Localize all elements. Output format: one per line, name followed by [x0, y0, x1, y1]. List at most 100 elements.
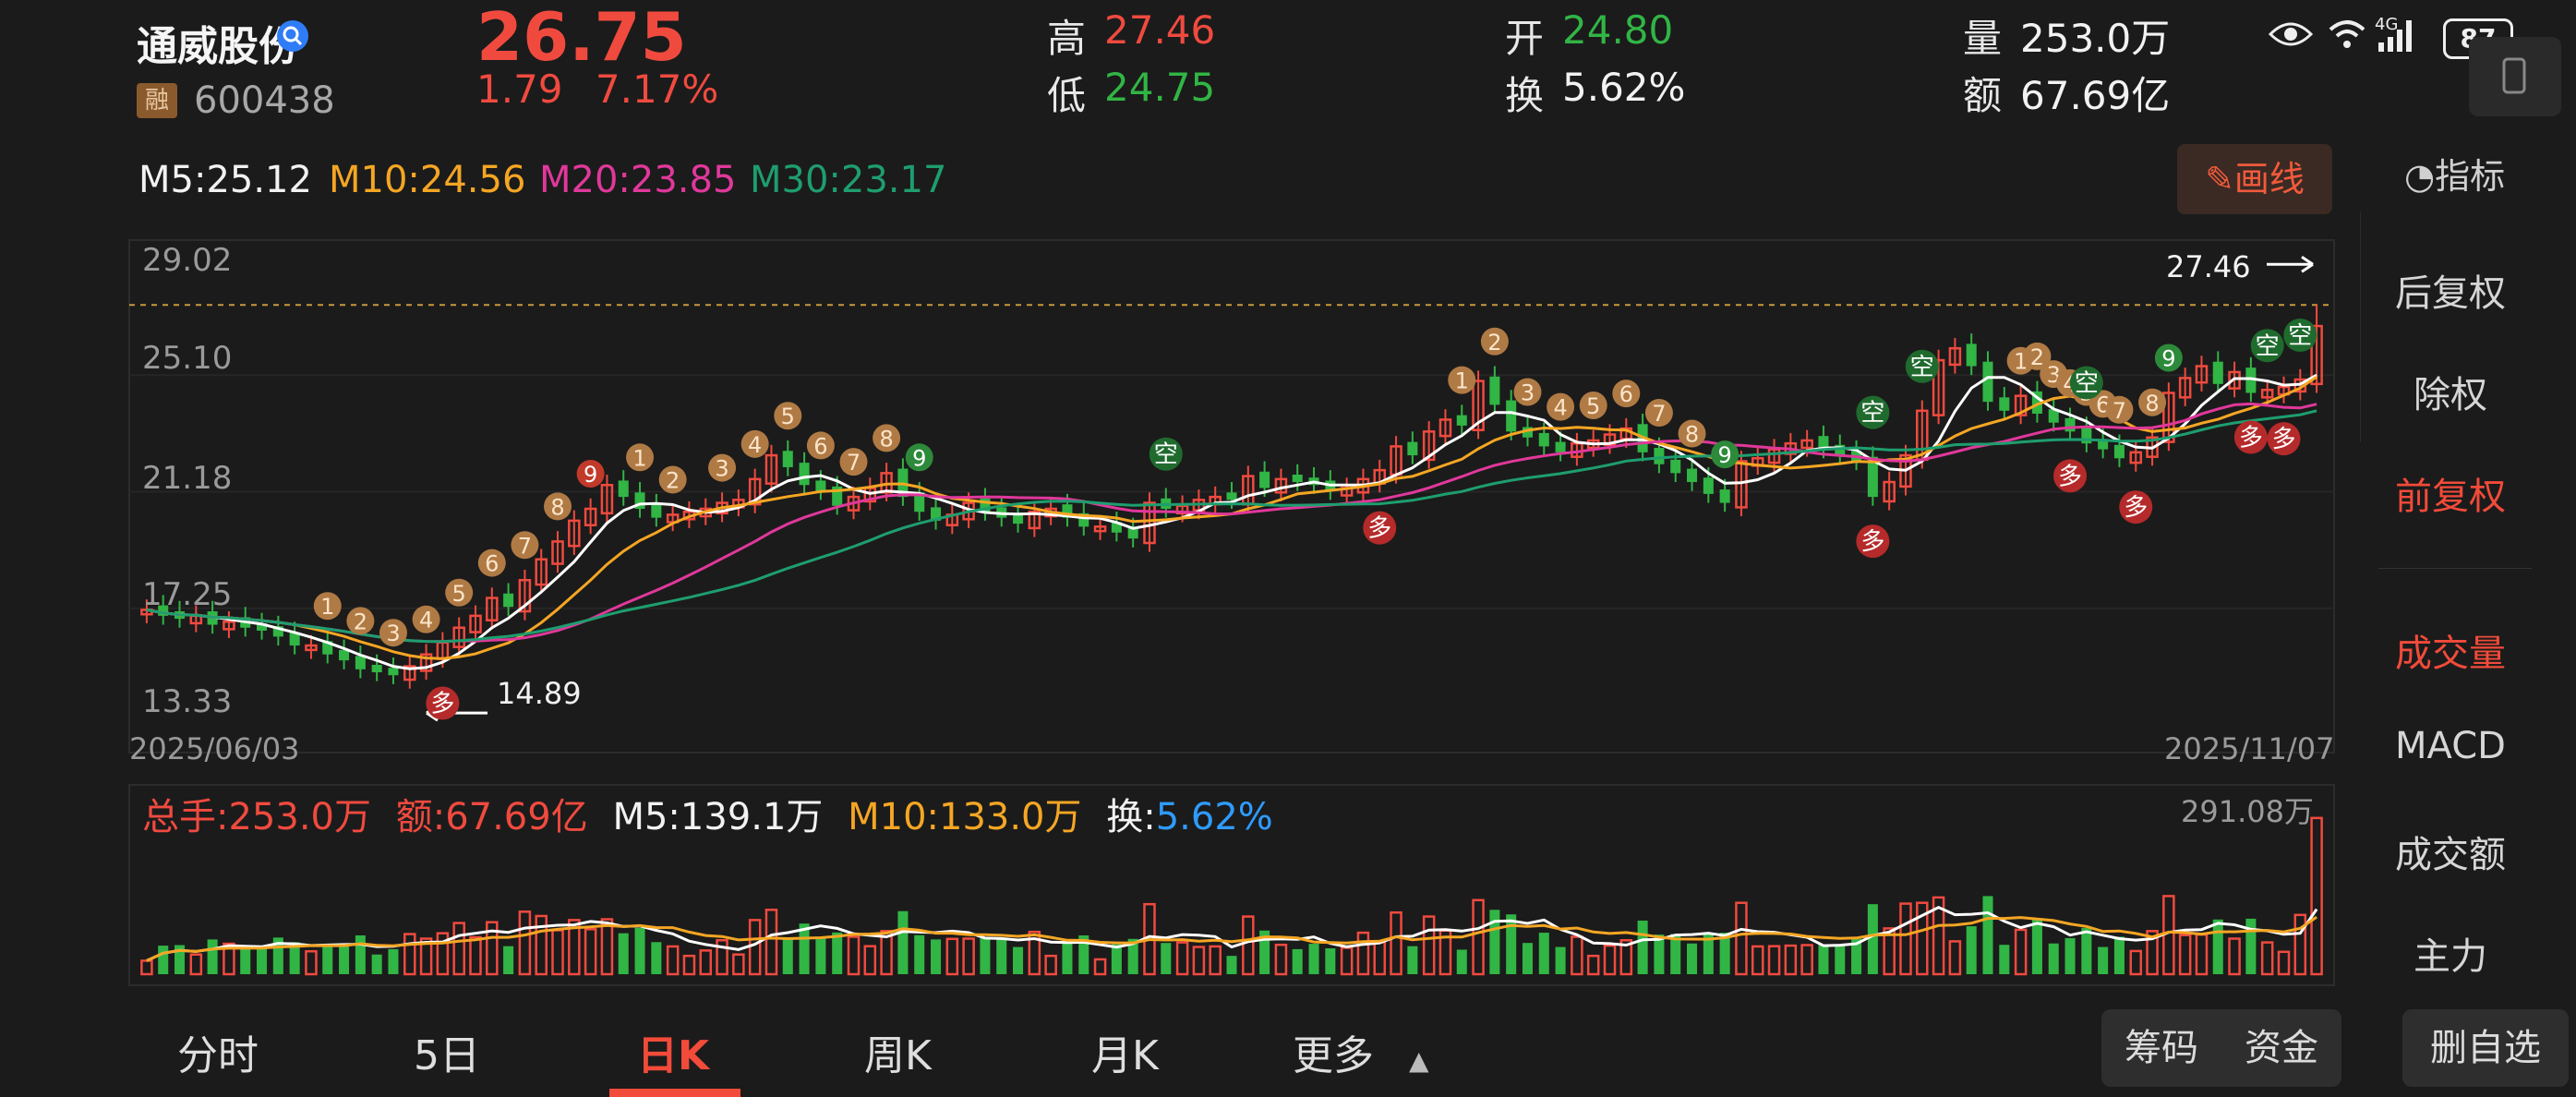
signal-count: 7 [1652, 401, 1666, 427]
chip-button[interactable]: 筹码 [2125, 1027, 2198, 1069]
volume-bar [1603, 944, 1617, 976]
volume-bar [699, 949, 713, 976]
candle-body [618, 480, 629, 498]
volume-bar [189, 953, 203, 976]
rp-amount[interactable]: 成交额 [2360, 825, 2541, 878]
signal-count: 3 [1521, 380, 1535, 405]
rp-main-force[interactable]: 主力 [2360, 926, 2541, 980]
tab-weekly-k[interactable]: 周K [864, 1022, 932, 1081]
candle-body [1687, 468, 1698, 483]
signal-count: 2 [2030, 344, 2044, 370]
rp-post-adjust[interactable]: 后复权 [2360, 263, 2541, 317]
volume-bar [2014, 928, 2028, 976]
rp-ex-rights[interactable]: 除权 [2360, 365, 2541, 418]
phone-rotate-button[interactable] [2469, 37, 2561, 116]
volume-bar [2310, 816, 2323, 976]
candle-body [2113, 444, 2125, 459]
signal-long: 多 [1367, 515, 1391, 543]
volume-bar [945, 937, 959, 976]
volume-bar [1242, 915, 1255, 976]
funds-button[interactable]: 资金 [2245, 1027, 2318, 1069]
volume-max-label: 291.08万 [2181, 794, 2314, 829]
volume-bar [1489, 910, 1500, 974]
candle-body [1292, 474, 1303, 483]
candle-body [782, 451, 793, 467]
volume-bar [2293, 913, 2307, 976]
volume-bar [847, 935, 861, 976]
y-tick-2: 21.18 [142, 460, 233, 497]
active-tab-indicator [609, 1089, 740, 1097]
volume-bar [2098, 946, 2109, 974]
candle-body [355, 656, 366, 669]
volume-bar [1175, 941, 1189, 976]
pencil-icon: ✎ [2205, 159, 2234, 199]
stock-code: 600438 [194, 79, 335, 122]
candle-body [1703, 477, 1714, 494]
rp-pre-adjust[interactable]: 前复权 [2360, 466, 2541, 520]
signal-count: 9 [912, 445, 926, 471]
candle-body [1506, 400, 1517, 432]
signal-count: 1 [1455, 368, 1469, 394]
rp-macd[interactable]: MACD [2360, 725, 2541, 767]
signal-count: 9 [2161, 345, 2175, 371]
volume-bar [469, 935, 482, 976]
vol-m10: M10:133.0万 [848, 796, 1082, 838]
candle-body [1555, 441, 1566, 452]
signal-long: 多 [2124, 494, 2148, 522]
volume-bar [1356, 931, 1370, 976]
ma5-line [146, 373, 2317, 670]
volume-bar [1637, 920, 1648, 974]
signal-short: 空 [1910, 354, 1934, 381]
rp-volume[interactable]: 成交量 [2360, 623, 2541, 677]
volume-bar [1013, 946, 1024, 974]
tab-5day[interactable]: 5日 [414, 1022, 480, 1081]
tab-more[interactable]: 更多 ▲ [1293, 1022, 1429, 1081]
signal-short: 空 [2075, 369, 2099, 397]
open-value: 24.80 [1562, 7, 1674, 53]
signal-count: 8 [2145, 391, 2159, 416]
volume-bar [140, 959, 153, 976]
right-panel: 后复权 除权 前复权 成交量 MACD 成交额 主力 [2360, 134, 2576, 997]
volume-bar [322, 946, 333, 974]
margin-badge: 融 [137, 83, 177, 118]
volume-bar [1867, 904, 1878, 974]
stock-name[interactable]: 通威股份 [137, 13, 299, 72]
signal-long: 多 [2271, 426, 2295, 453]
tab-monthly-k[interactable]: 月K [1091, 1022, 1159, 1081]
volume-header: 总手:253.0万 额:67.69亿 M5:139.1万 M10:133.0万 … [142, 787, 1273, 840]
volume-bar [388, 948, 399, 974]
signal-short: 空 [2288, 322, 2312, 350]
signal-count: 5 [452, 581, 466, 607]
draw-line-button[interactable]: ✎画线 [2177, 144, 2332, 214]
candle-body [1456, 415, 1467, 426]
volume-bar [1340, 946, 1354, 976]
kline-chart[interactable]: 123456789123456789空123456789空空123456空789… [0, 222, 2345, 997]
volume-bar [962, 937, 975, 976]
signal-count: 7 [518, 533, 532, 559]
volume-bar [1800, 944, 1813, 976]
volume-bar [914, 934, 925, 974]
volume-bar [2048, 943, 2059, 974]
tab-daily-k[interactable]: 日K [637, 1022, 709, 1081]
signal-long: 多 [2058, 463, 2082, 490]
remove-watchlist-button[interactable]: 删自选 [2402, 1009, 2569, 1087]
volume-bar [1555, 946, 1566, 974]
volume-bar [2178, 934, 2192, 976]
search-icon[interactable] [277, 20, 308, 52]
open-label: 开 [1505, 16, 1545, 61]
volume-bar [1407, 946, 1418, 974]
vol-turnover: 5.62% [1155, 796, 1273, 838]
volume-bar [764, 909, 778, 976]
tab-intraday[interactable]: 分时 [177, 1022, 259, 1081]
volume-bar [2228, 937, 2241, 976]
candle-body [651, 504, 662, 518]
volume-bar [403, 933, 416, 976]
volume-bar [1999, 945, 2010, 974]
candle-body [2064, 417, 2076, 432]
volume-bar [634, 927, 645, 974]
volume-bar [551, 929, 564, 976]
volume-bar [2129, 949, 2143, 976]
signal-short: 空 [2256, 332, 2280, 360]
chip-funds-group: 筹码 资金 [2101, 1009, 2341, 1087]
candle-body [815, 480, 826, 491]
